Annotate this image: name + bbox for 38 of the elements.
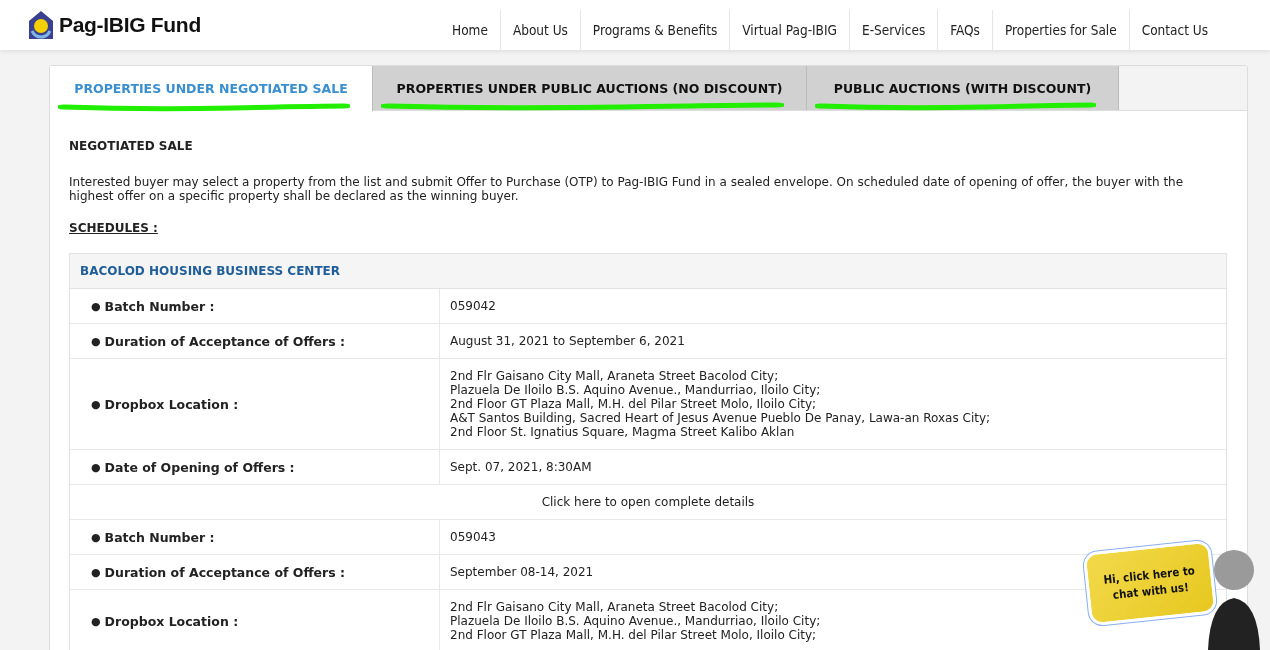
- bullet-icon: ●: [91, 614, 101, 628]
- nav-link[interactable]: Home: [440, 10, 500, 50]
- section-title: NEGOTIATED SALE: [69, 139, 194, 153]
- field-value: August 31, 2021 to September 6, 2021: [450, 334, 685, 348]
- bullet-icon: ●: [91, 530, 101, 544]
- nav-link[interactable]: Contact Us: [1128, 10, 1220, 50]
- field-value: 059043: [450, 530, 496, 544]
- field-value: Sept. 07, 2021, 8:30AM: [450, 460, 592, 474]
- center-heading: BACOLOD HOUSING BUSINESS CENTER: [70, 254, 1226, 289]
- bullet-icon: ●: [91, 397, 101, 411]
- bullet-icon: ●: [91, 299, 101, 313]
- field-value: September 08-14, 2021: [450, 565, 594, 579]
- bullet-icon: ●: [91, 460, 101, 474]
- field-value: 2nd Flr Gaisano City Mall, Araneta Street Bacolod City; Plazuela De Iloilo B.S. Aquino Avenue., Mandurriao, Iloilo City; 2nd Floor GT Plaza Mall, M.H. del Pilar Street Molo, Iloilo City;: [450, 600, 821, 642]
- nav-link[interactable]: Properties for Sale: [991, 10, 1129, 50]
- nav-link[interactable]: FAQs: [937, 10, 992, 50]
- field-value: 059042: [450, 299, 496, 313]
- field-label: Dropbox Location :: [104, 396, 239, 412]
- field-label: Duration of Acceptance of Offers :: [104, 564, 345, 580]
- schedules-heading: SCHEDULES :: [69, 221, 159, 235]
- field-label: Dropbox Location :: [104, 613, 239, 629]
- field-label: Duration of Acceptance of Offers :: [104, 333, 345, 349]
- field-label: Batch Number :: [104, 529, 215, 545]
- tab[interactable]: PUBLIC AUCTIONS (WITH DISCOUNT): [807, 66, 1119, 110]
- nav-link[interactable]: Programs & Benefits: [579, 10, 730, 50]
- nav-link[interactable]: E-Services: [848, 10, 938, 50]
- bullet-icon: ●: [91, 565, 101, 579]
- intro-text: Interested buyer may select a property from the list and submit Offer to Purchase (OTP) to Pag-IBIG Fund in a sealed envelope. On scheduled date of opening of offer, the buyer with the highest offer on a specific property shall be declared as the winning buyer.: [69, 175, 1185, 203]
- tab[interactable]: PROPERTIES UNDER PUBLIC AUCTIONS (NO DISCOUNT): [373, 66, 807, 110]
- field-label: Batch Number :: [104, 298, 215, 314]
- field-label: Date of Opening of Offers :: [104, 459, 295, 475]
- field-value: 2nd Flr Gaisano City Mall, Araneta Street Bacolod City; Plazuela De Iloilo B.S. Aquino Avenue., Mandurriao, Iloilo City; 2nd Floor GT Plaza Mall, M.H. del Pilar Street Molo, Iloilo City; A&T Santos Building, Sacred Heart of Jesus Avenue Pueblo De Panay, Lawa-an Roxas City; 2nd Floor St. Ignatius Square, Magma Street Kalibo Aklan: [450, 369, 991, 439]
- nav-link[interactable]: About Us: [499, 10, 580, 50]
- logo-text[interactable]: Pag-IBIG Fund: [59, 13, 201, 37]
- details-link[interactable]: Click here to open complete details: [541, 495, 755, 509]
- nav-link[interactable]: Virtual Pag-IBIG: [729, 10, 849, 50]
- house-logo-icon: [27, 9, 55, 41]
- bullet-icon: ●: [91, 334, 101, 348]
